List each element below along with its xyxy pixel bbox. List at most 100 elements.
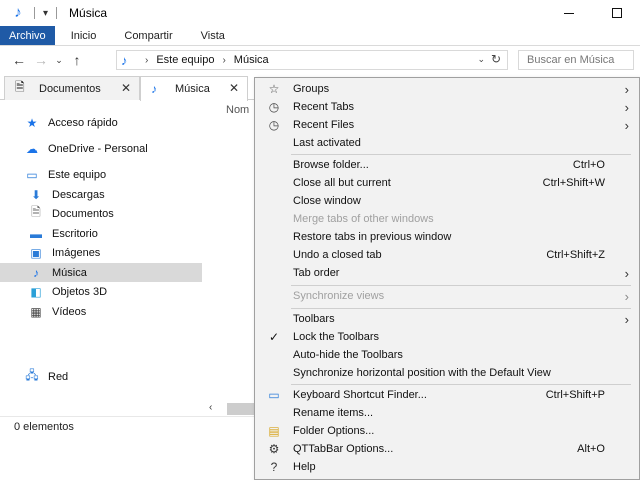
- menu-label: Keyboard Shortcut Finder...: [293, 389, 427, 401]
- submenu-arrow-icon: ›: [624, 311, 629, 327]
- menu-item-rename-items[interactable]: Rename items...: [255, 404, 639, 422]
- breadcrumb-chevron-icon[interactable]: ›: [145, 55, 148, 66]
- menu-item-browse-folder[interactable]: Browse folder... Ctrl+O: [255, 156, 639, 174]
- tab-musica[interactable]: ♪ Música ✕: [140, 76, 248, 101]
- breadcrumb-chevron-icon[interactable]: ›: [222, 55, 225, 66]
- menu-shortcut: Ctrl+Shift+P: [545, 389, 605, 401]
- search-input[interactable]: Buscar en Música: [518, 50, 634, 70]
- navigation-row: ← → ⌄ ↑ ♪ › Este equipo › Música ⌄ ↻ Bus…: [0, 47, 640, 73]
- menu-item-last-activated[interactable]: Last activated: [255, 134, 639, 152]
- menu-item-close-window[interactable]: Close window: [255, 192, 639, 210]
- menu-item-autohide-toolbars[interactable]: Auto-hide the Toolbars: [255, 346, 639, 364]
- menu-item-restore-tabs[interactable]: Restore tabs in previous window: [255, 228, 639, 246]
- menu-item-sync-horizontal[interactable]: Synchronize horizontal position with the…: [255, 364, 639, 382]
- refresh-icon[interactable]: ↻: [491, 52, 501, 66]
- menu-label: Tab order: [293, 267, 340, 279]
- nav-item-images[interactable]: ▣ Imágenes: [0, 243, 202, 262]
- submenu-arrow-icon: ›: [624, 288, 629, 304]
- scroll-left-icon[interactable]: ‹: [209, 402, 212, 413]
- clock-icon: ◷: [268, 118, 280, 132]
- menu-label: Recent Tabs: [293, 101, 354, 113]
- nav-label: Imágenes: [52, 246, 101, 259]
- help-icon: ?: [270, 460, 278, 474]
- navigation-pane: ★ Acceso rápido ☁ OneDrive - Personal ▭ …: [0, 104, 202, 414]
- menu-label: Synchronize horizontal position with the…: [293, 367, 551, 379]
- menu-shortcut: Ctrl+O: [572, 159, 605, 171]
- music-note-icon: ♪: [151, 82, 157, 96]
- menu-label: Help: [293, 461, 316, 473]
- menu-label: Undo a closed tab: [293, 249, 382, 261]
- nav-item-documents[interactable]: 🗎 Documentos: [0, 204, 202, 223]
- music-note-icon: ♪: [121, 52, 128, 68]
- minimize-button[interactable]: [546, 0, 592, 26]
- menu-separator: [291, 384, 631, 385]
- nav-label: Música: [52, 266, 87, 279]
- menu-item-qttabbar-options[interactable]: ⚙ QTTabBar Options... Alt+O: [255, 440, 639, 458]
- nav-label: Objetos 3D: [52, 285, 108, 298]
- music-note-icon: ♪: [33, 265, 39, 280]
- nav-item-desktop[interactable]: ▬ Escritorio: [0, 224, 202, 243]
- ribbon-tabs: Archivo Inicio Compartir Vista: [0, 26, 640, 46]
- nav-item-onedrive[interactable]: ☁ OneDrive - Personal: [0, 139, 202, 158]
- column-header-name[interactable]: Nom: [226, 104, 249, 116]
- film-icon: ▦: [30, 304, 42, 319]
- title-bar: ♪ ▾ Música: [0, 0, 640, 26]
- maximize-icon: [612, 8, 622, 18]
- nav-item-music[interactable]: ♪ Música: [0, 263, 202, 282]
- nav-item-downloads[interactable]: ⬇ Descargas: [0, 185, 202, 204]
- tab-archivo[interactable]: Archivo: [0, 26, 55, 45]
- menu-item-lock-toolbars[interactable]: ✓ Lock the Toolbars: [255, 328, 639, 346]
- scrollbar-thumb[interactable]: [227, 403, 257, 415]
- nav-item-videos[interactable]: ▦ Vídeos: [0, 302, 202, 321]
- up-arrow-icon[interactable]: ↑: [66, 52, 88, 68]
- menu-label: Last activated: [293, 137, 361, 149]
- image-icon: ▣: [30, 245, 42, 260]
- cube-icon: ◧: [30, 284, 42, 299]
- maximize-button[interactable]: [594, 0, 640, 26]
- close-icon[interactable]: ✕: [229, 81, 239, 95]
- menu-item-shortcut-finder[interactable]: ▭ Keyboard Shortcut Finder... Ctrl+Shift…: [255, 386, 639, 404]
- item-count: 0 elementos: [14, 421, 74, 433]
- menu-item-toolbars[interactable]: Toolbars ›: [255, 310, 639, 328]
- breadcrumb-music[interactable]: Música: [234, 54, 269, 66]
- menu-item-tab-order[interactable]: Tab order ›: [255, 264, 639, 282]
- nav-item-network[interactable]: 🖧 Red: [0, 367, 202, 386]
- forward-arrow-icon[interactable]: →: [30, 52, 52, 68]
- music-note-icon: ♪: [14, 4, 22, 21]
- tab-compartir[interactable]: Compartir: [110, 26, 186, 45]
- quick-access-dropdown-icon[interactable]: ▾: [43, 8, 48, 19]
- menu-item-help[interactable]: ? Help: [255, 458, 639, 476]
- recent-locations-chevron-icon[interactable]: ⌄: [52, 55, 66, 66]
- menu-item-recent-tabs[interactable]: ◷ Recent Tabs ›: [255, 98, 639, 116]
- nav-item-3d-objects[interactable]: ◧ Objetos 3D: [0, 282, 202, 301]
- back-arrow-icon[interactable]: ←: [8, 52, 30, 68]
- menu-label: Recent Files: [293, 119, 355, 131]
- menu-item-undo-closed-tab[interactable]: Undo a closed tab Ctrl+Shift+Z: [255, 246, 639, 264]
- menu-label: Toolbars: [293, 313, 335, 325]
- menu-item-recent-files[interactable]: ◷ Recent Files ›: [255, 116, 639, 134]
- menu-label: Folder Options...: [293, 425, 375, 437]
- computer-icon: ▭: [26, 167, 38, 182]
- menu-item-folder-options[interactable]: ▤ Folder Options...: [255, 422, 639, 440]
- horizontal-scrollbar[interactable]: ‹: [205, 402, 257, 416]
- submenu-arrow-icon: ›: [624, 117, 629, 133]
- menu-separator: [291, 308, 631, 309]
- address-bar[interactable]: ♪ › Este equipo › Música ⌄ ↻: [116, 50, 508, 70]
- menu-item-close-all-but-current[interactable]: Close all but current Ctrl+Shift+W: [255, 174, 639, 192]
- window-title: Música: [69, 6, 108, 20]
- breadcrumb-this-pc[interactable]: Este equipo: [156, 54, 214, 66]
- nav-label: Red: [48, 370, 69, 383]
- menu-separator: [291, 154, 631, 155]
- nav-label: Vídeos: [52, 305, 87, 318]
- nav-item-this-pc[interactable]: ▭ Este equipo: [0, 165, 202, 184]
- close-icon[interactable]: ✕: [121, 81, 131, 95]
- tab-vista[interactable]: Vista: [187, 26, 239, 45]
- nav-label: Acceso rápido: [48, 116, 118, 129]
- tab-inicio[interactable]: Inicio: [55, 26, 111, 45]
- nav-label: Este equipo: [48, 168, 107, 181]
- menu-label: Close all but current: [293, 177, 391, 189]
- tab-documentos[interactable]: 🗎 Documentos ✕: [4, 76, 140, 100]
- menu-item-groups[interactable]: ☆ Groups ›: [255, 80, 639, 98]
- nav-item-quick-access[interactable]: ★ Acceso rápido: [0, 113, 202, 132]
- address-dropdown-icon[interactable]: ⌄: [477, 54, 485, 65]
